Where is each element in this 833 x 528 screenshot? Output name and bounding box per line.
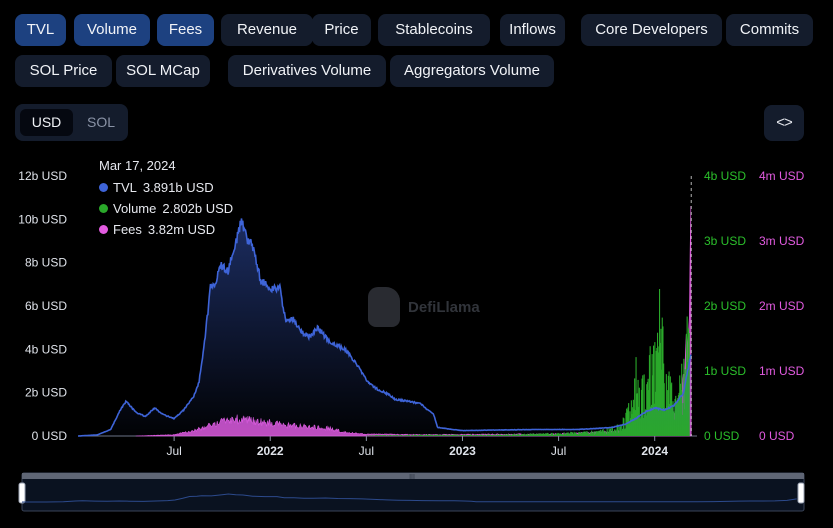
y-tick-label-tvl: 12b USD: [18, 169, 67, 183]
tooltip-row-volume: Volume 2.802b USD: [99, 198, 233, 219]
x-tick-label: 2024: [641, 444, 668, 458]
chart-tooltip: Mar 17, 2024 TVL 3.891b USD Volume 2.802b …: [99, 158, 233, 240]
watermark: DefiLlama: [368, 287, 480, 327]
y-tick-label-tvl: 10b USD: [18, 212, 67, 226]
y-tick-label-volume: 4b USD: [704, 169, 746, 183]
x-tick-label: Jul: [551, 444, 566, 458]
tvl-series-area: [78, 218, 691, 436]
tooltip-value: 3.82m USD: [147, 222, 216, 237]
tooltip-value: 3.891b USD: [142, 180, 214, 195]
tooltip-label: TVL: [113, 180, 137, 195]
y-tick-label-volume: 2b USD: [704, 299, 746, 313]
y-tick-label-fees: 1m USD: [759, 364, 805, 378]
range-slider-right-handle: [797, 482, 805, 504]
tooltip-value: 2.802b USD: [162, 201, 234, 216]
x-tick-label: Jul: [166, 444, 181, 458]
fees-legend-dot: [99, 225, 108, 234]
x-tick-label: Jul: [359, 444, 374, 458]
x-tick-label: 2023: [449, 444, 476, 458]
range-slider-center-grip: III: [409, 474, 415, 481]
y-tick-label-tvl: 4b USD: [25, 342, 67, 356]
y-tick-label-fees: 4m USD: [759, 169, 805, 183]
y-tick-label-tvl: 2b USD: [25, 386, 67, 400]
y-tick-label-fees: 2m USD: [759, 299, 805, 313]
range-slider-left-handle: [18, 482, 26, 504]
y-tick-label-volume: 1b USD: [704, 364, 746, 378]
tvl-legend-dot: [99, 183, 108, 192]
tooltip-row-fees: Fees 3.82m USD: [99, 219, 233, 240]
y-tick-label-fees: 0 USD: [759, 429, 795, 443]
llama-icon: [368, 287, 400, 327]
y-tick-label-volume: 3b USD: [704, 234, 746, 248]
watermark-text: DefiLlama: [408, 298, 480, 316]
tooltip-label: Fees: [113, 222, 142, 237]
y-tick-label-tvl: 0 USD: [32, 429, 68, 443]
tooltip-row-tvl: TVL 3.891b USD: [99, 177, 233, 198]
chart[interactable]: 0 USD 2b USD 4b USD 6b USD 8b USD 10b USD 12b …: [0, 0, 833, 528]
tooltip-date: Mar 17, 2024: [99, 158, 176, 173]
y-tick-label-volume: 0 USD: [704, 429, 740, 443]
tooltip-label: Volume: [113, 201, 157, 216]
volume-legend-dot: [99, 204, 108, 213]
y-tick-label-tvl: 6b USD: [25, 299, 67, 313]
y-tick-label-tvl: 8b USD: [25, 256, 67, 270]
y-tick-label-fees: 3m USD: [759, 234, 805, 248]
x-tick-label: 2022: [257, 444, 284, 458]
